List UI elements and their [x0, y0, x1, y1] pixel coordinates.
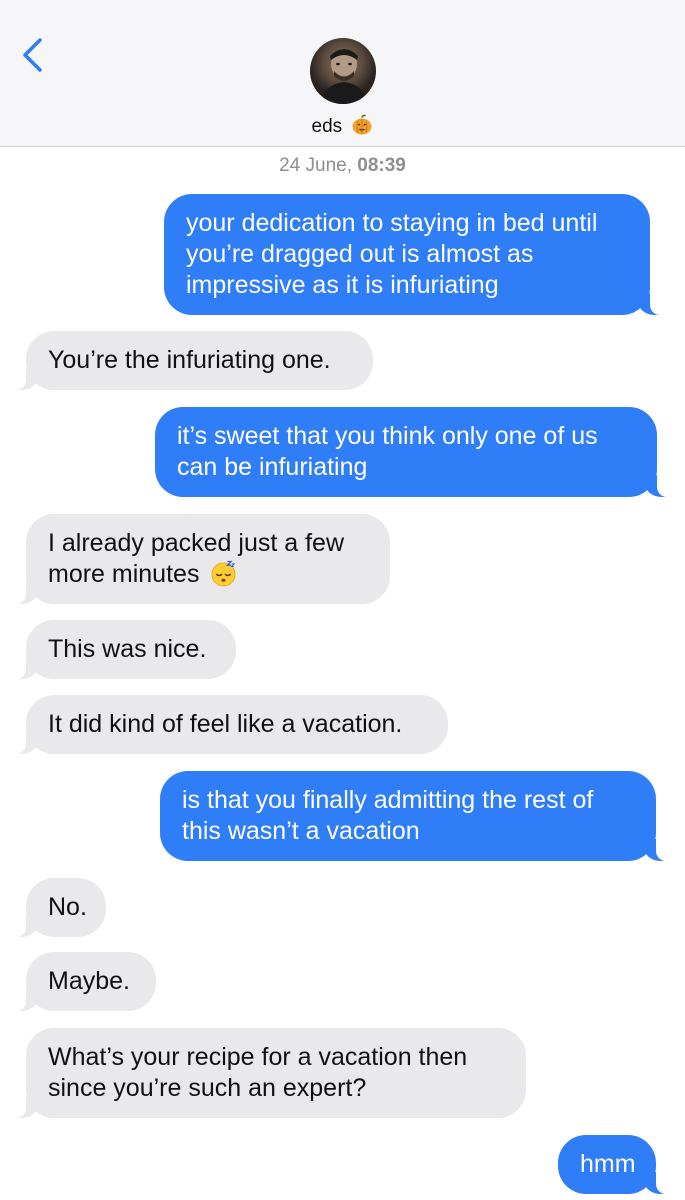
message-text: I already packed just a few more minutes [48, 529, 344, 588]
contact-photo [320, 49, 368, 104]
message-text: It did kind of feel like a vacation. [48, 710, 403, 738]
message-timestamp: 24 June, 08:39 [0, 155, 685, 177]
contact-name-row[interactable]: eds [0, 114, 685, 139]
avatar[interactable] [310, 38, 376, 104]
received-message-bubble[interactable]: I already packed just a few more minutes [6, 514, 390, 604]
message-text: This was nice. [48, 635, 207, 663]
timestamp-time: 08:39 [357, 155, 406, 176]
chevron-left-icon [23, 38, 42, 72]
timestamp-date: 24 June, [279, 155, 352, 176]
received-message-bubble[interactable]: You’re the infuriating one. [6, 331, 373, 390]
message-text: it’s sweet that you think only one of us… [177, 422, 598, 481]
back-button[interactable] [18, 36, 52, 76]
sleeping-face-icon [211, 560, 236, 587]
received-message-bubble[interactable]: Maybe. [6, 952, 156, 1011]
received-message-bubble[interactable]: What’s your recipe for a vacation then s… [6, 1028, 526, 1118]
sent-message-bubble[interactable]: your dedication to staying in bed until … [164, 194, 670, 315]
received-message-bubble[interactable]: This was nice. [6, 620, 236, 679]
conversation-header: eds [0, 0, 685, 147]
contact-name: eds [311, 116, 343, 137]
message-text: Maybe. [48, 967, 130, 995]
message-text: What’s your recipe for a vacation then s… [48, 1043, 468, 1102]
message-text: hmm [580, 1150, 636, 1178]
message-text: You’re the infuriating one. [48, 346, 331, 374]
pumpkin-icon [352, 114, 372, 135]
message-text: is that you finally admitting the rest o… [182, 786, 594, 845]
received-message-bubble[interactable]: No. [6, 878, 106, 937]
sent-message-bubble[interactable]: is that you finally admitting the rest o… [160, 771, 676, 861]
sent-message-bubble[interactable]: hmm [558, 1135, 676, 1194]
received-message-bubble[interactable]: It did kind of feel like a vacation. [6, 695, 448, 754]
sent-message-bubble[interactable]: it’s sweet that you think only one of us… [155, 407, 677, 497]
message-text: your dedication to staying in bed until … [186, 209, 598, 299]
message-text: No. [48, 893, 87, 921]
